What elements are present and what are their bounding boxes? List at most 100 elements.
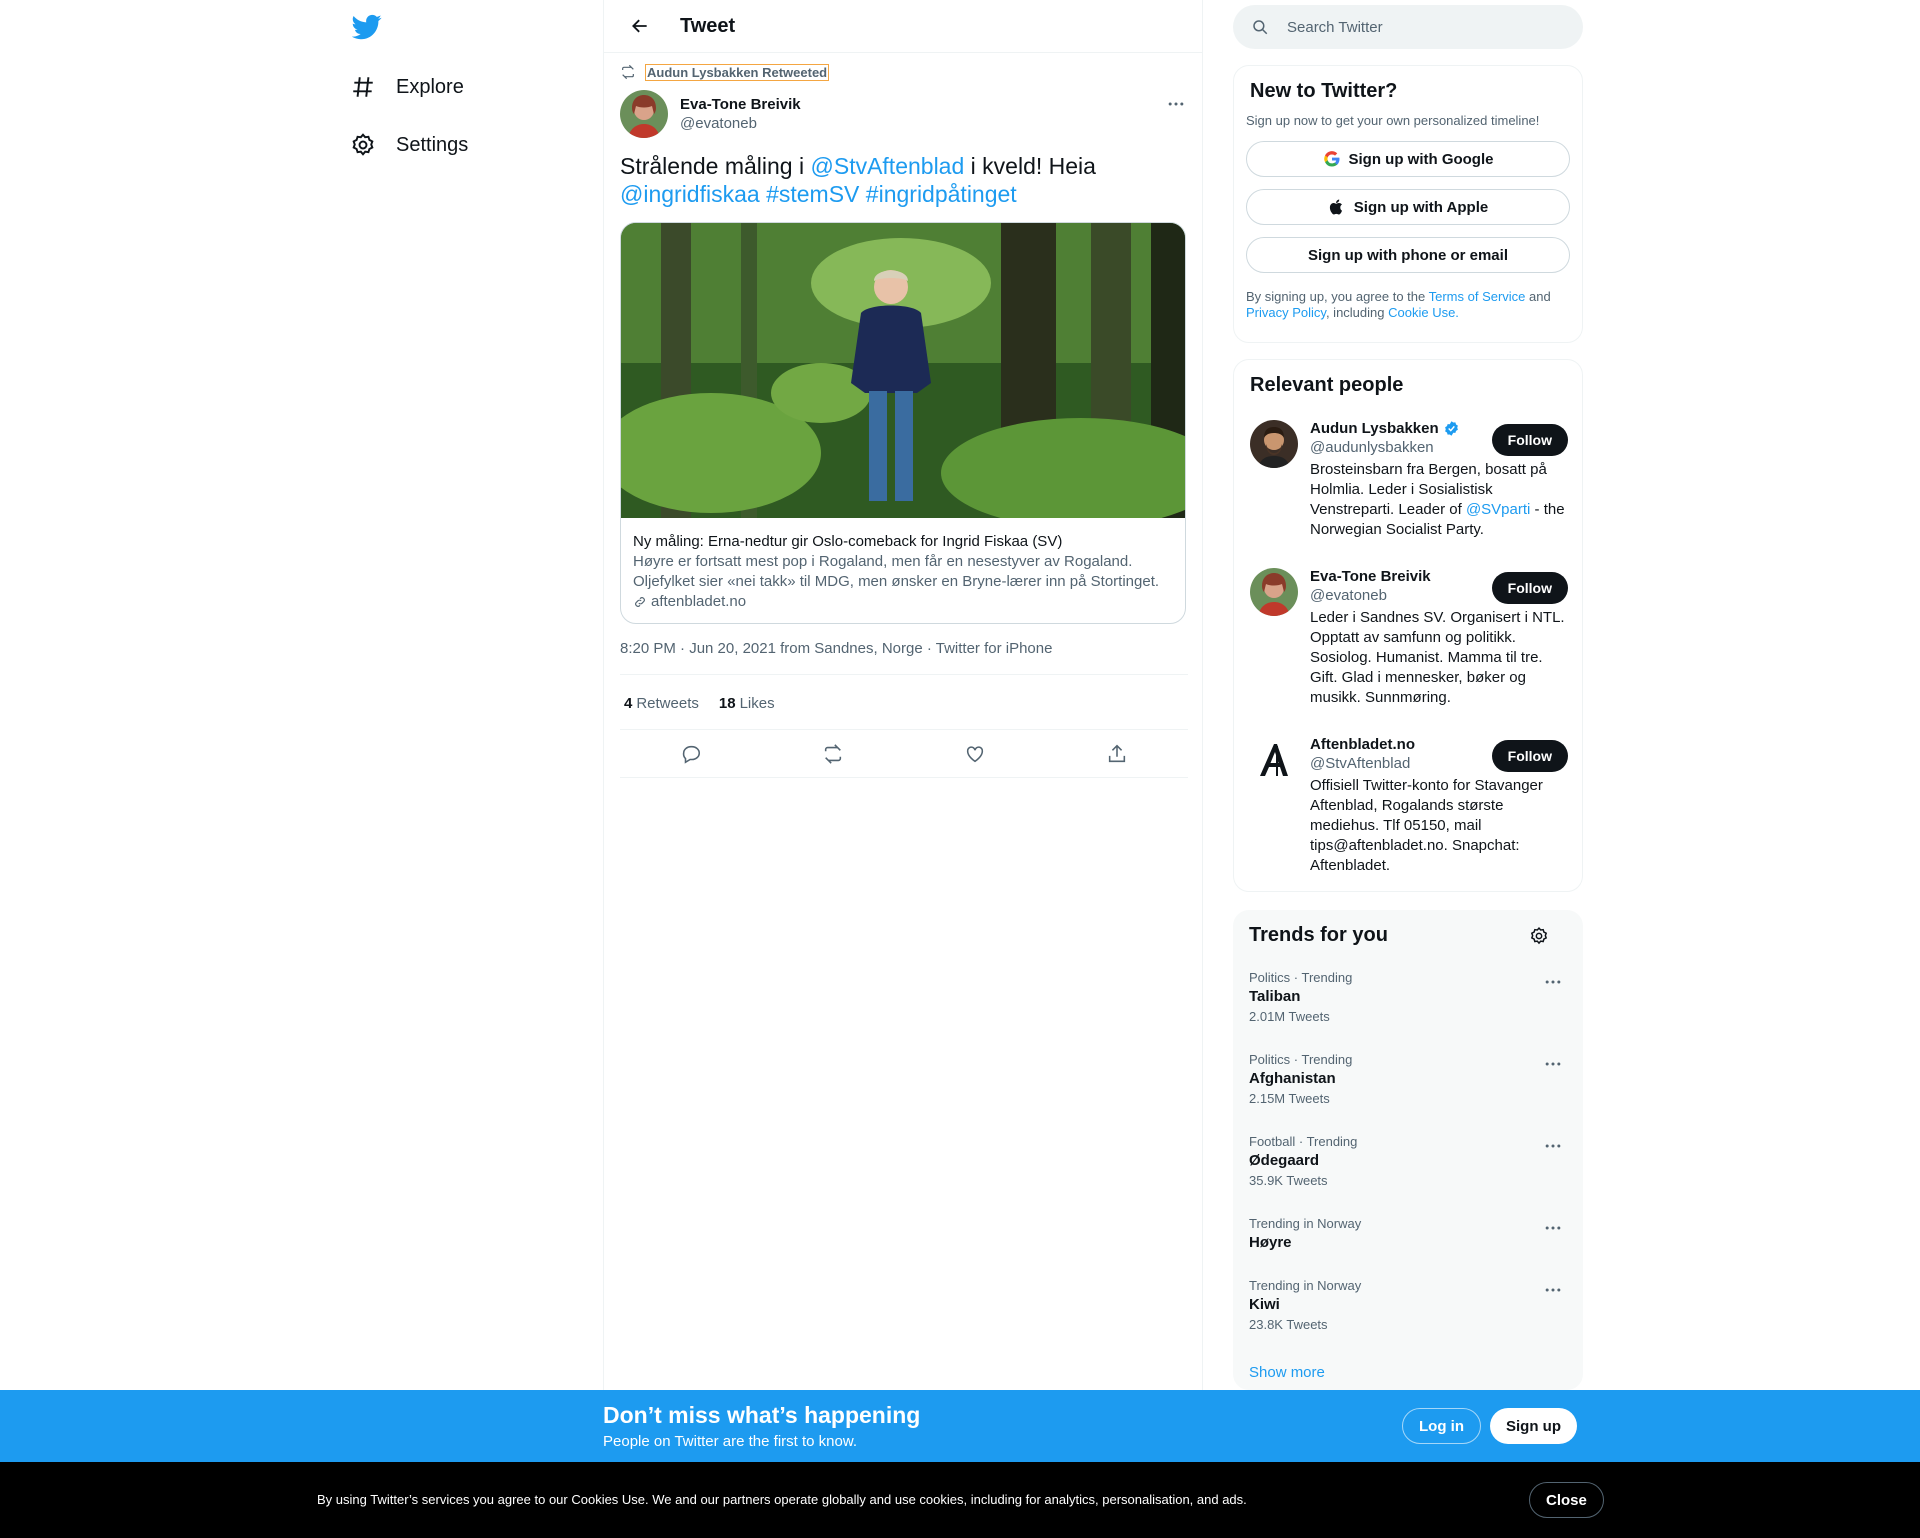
legal-text: , including — [1325, 305, 1389, 320]
avatar[interactable] — [1250, 420, 1298, 468]
cookie-link[interactable]: Cookie Use. — [1388, 305, 1459, 320]
mention-link[interactable]: @ingridfiskaa — [620, 181, 760, 207]
signup-apple-button[interactable]: Sign up with Apple — [1246, 189, 1570, 225]
signup-box-subtitle: Sign up now to get your own personalized… — [1246, 113, 1540, 128]
arrow-left-icon — [632, 19, 647, 33]
signup-phone-label: Sign up with phone or email — [1307, 246, 1508, 264]
trend-context: Politics · Trending — [1249, 970, 1353, 985]
card-title: Ny måling: Erna-nedtur gir Oslo-comeback… — [633, 533, 1063, 550]
more-icon[interactable] — [1166, 94, 1186, 114]
retweets-count: 4 — [624, 694, 633, 712]
page-title: Tweet — [680, 14, 736, 37]
trend-item[interactable]: Trending in Norway Høyre — [1249, 1216, 1567, 1251]
person-card[interactable]: Eva-Tone Breivik @evatoneb Leder i Sandn… — [1250, 568, 1568, 708]
card-domain: aftenbladet.no — [633, 592, 1173, 612]
legal-text: By signing up, you agree to the — [1246, 289, 1429, 304]
signup-apple-label: Sign up with Apple — [1353, 198, 1489, 216]
more-icon[interactable] — [1543, 1136, 1563, 1156]
signup-banner-subtitle: People on Twitter are the first to know. — [603, 1433, 858, 1450]
signup-banner: Don’t miss what’s happening People on Tw… — [0, 1390, 1920, 1462]
login-button[interactable]: Log in — [1402, 1408, 1481, 1444]
likes-stat[interactable]: 18 Likes — [719, 695, 775, 712]
signup-google-button[interactable]: Sign up with Google — [1246, 141, 1570, 177]
retweet-icon[interactable] — [822, 743, 844, 765]
close-button[interactable]: Close — [1529, 1482, 1604, 1518]
gear-icon[interactable] — [1529, 926, 1549, 946]
tweet-actions — [620, 730, 1188, 778]
avatar[interactable] — [620, 90, 668, 138]
tweet-text-part: i kveld! Heia — [964, 153, 1096, 179]
show-more-link[interactable]: Show more — [1249, 1364, 1325, 1381]
trend-context: Football · Trending — [1249, 1134, 1358, 1149]
follow-button[interactable]: Follow — [1491, 424, 1568, 456]
trend-context: Politics · Trending — [1249, 1052, 1353, 1067]
google-icon — [1323, 151, 1339, 167]
nav-explore[interactable]: Explore — [350, 62, 464, 112]
more-icon[interactable] — [1543, 1218, 1563, 1238]
hashtag-link[interactable]: #stemSV — [766, 181, 859, 207]
nav-settings-label: Settings — [396, 133, 469, 156]
tweet-author: Eva-Tone Breivik @evatoneb — [620, 90, 801, 138]
person-card[interactable]: Aftenbladet.no @StvAftenblad Offisiell T… — [1250, 736, 1568, 876]
more-icon[interactable] — [1543, 1054, 1563, 1074]
relevant-people-box: Relevant people Audun Lysbakken @audunly… — [1233, 359, 1583, 892]
privacy-link[interactable]: Privacy Policy — [1246, 305, 1326, 320]
terms-link[interactable]: Terms of Service — [1429, 289, 1526, 304]
search-icon — [1253, 20, 1268, 35]
person-name-label: Audun Lysbakken — [1310, 420, 1439, 437]
tweet-text-part: Strålende måling i — [620, 153, 811, 179]
retweeted-by: Audun Lysbakken Retweeted — [620, 63, 830, 81]
trend-count: 2.01M Tweets — [1249, 1009, 1330, 1024]
follow-button[interactable]: Follow — [1491, 572, 1568, 604]
author-handle[interactable]: @evatoneb — [680, 115, 801, 132]
more-icon[interactable] — [1543, 972, 1563, 992]
trend-item[interactable]: Trending in Norway Kiwi 23.8K Tweets — [1249, 1278, 1567, 1332]
trend-item[interactable]: Football · Trending Ødegaard 35.9K Tweet… — [1249, 1134, 1567, 1188]
trend-name: Kiwi — [1249, 1296, 1280, 1313]
search-input[interactable]: Search Twitter — [1233, 5, 1583, 49]
reply-icon[interactable] — [680, 743, 702, 765]
back-button[interactable] — [612, 16, 668, 36]
avatar[interactable] — [1250, 568, 1298, 616]
twitter-bird-icon[interactable] — [352, 12, 382, 42]
retweeted-by-label[interactable]: Audun Lysbakken Retweeted — [644, 63, 830, 81]
link-icon — [635, 597, 645, 607]
person-card[interactable]: Audun Lysbakken @audunlysbakken Brostein… — [1250, 420, 1568, 540]
person-bio: Brosteinsbarn fra Bergen, bosatt på Holm… — [1310, 460, 1568, 540]
trends-title: Trends for you — [1249, 924, 1388, 946]
trend-item[interactable]: Politics · Trending Afghanistan 2.15M Tw… — [1249, 1052, 1567, 1106]
link-card[interactable]: Ny måling: Erna-nedtur gir Oslo-comeback… — [620, 222, 1186, 624]
signup-box-title: New to Twitter? — [1250, 80, 1398, 102]
signup-phone-button[interactable]: Sign up with phone or email — [1246, 237, 1570, 273]
author-name[interactable]: Eva-Tone Breivik — [680, 96, 801, 113]
trend-name: Ødegaard — [1249, 1152, 1320, 1169]
trend-count: 2.15M Tweets — [1249, 1091, 1330, 1106]
share-icon[interactable] — [1106, 743, 1128, 765]
retweets-label: Retweets — [636, 694, 699, 712]
legal-text: and — [1525, 289, 1551, 304]
card-description: Høyre er fortsatt mest pop i Rogaland, m… — [633, 553, 1160, 590]
hashtag-link[interactable]: #ingridpåtinget — [866, 181, 1017, 207]
signup-banner-headline: Don’t miss what’s happening — [603, 1402, 921, 1428]
mention-link[interactable]: @SVparti — [1466, 501, 1530, 518]
nav-settings[interactable]: Settings — [350, 120, 468, 170]
signup-google-label: Sign up with Google — [1348, 150, 1494, 168]
like-icon[interactable] — [964, 743, 986, 765]
nav-explore-label: Explore — [396, 75, 464, 98]
trend-item[interactable]: Politics · Trending Taliban 2.01M Tweets — [1249, 970, 1567, 1024]
mention-link[interactable]: @StvAftenblad — [811, 153, 965, 179]
trend-count: 23.8K Tweets — [1249, 1317, 1328, 1332]
person-bio: Leder i Sandnes SV. Organisert i NTL. Op… — [1310, 609, 1565, 706]
signup-button[interactable]: Sign up — [1490, 1408, 1577, 1444]
retweets-stat[interactable]: 4 Retweets — [624, 695, 699, 712]
trends-box: Trends for you Politics · Trending Talib… — [1233, 910, 1583, 1390]
follow-button[interactable]: Follow — [1491, 740, 1568, 772]
avatar[interactable] — [1250, 736, 1298, 784]
cookie-text: By using Twitter’s services you agree to… — [317, 1492, 1247, 1507]
retweet-icon — [622, 64, 634, 80]
tweet-text: Strålende måling i @StvAftenblad i kveld… — [620, 152, 1188, 208]
relevant-people-title: Relevant people — [1250, 374, 1404, 396]
trend-context: Trending in Norway — [1249, 1216, 1362, 1231]
person-bio: Offisiell Twitter-konto for Stavanger Af… — [1310, 777, 1543, 874]
more-icon[interactable] — [1543, 1280, 1563, 1300]
